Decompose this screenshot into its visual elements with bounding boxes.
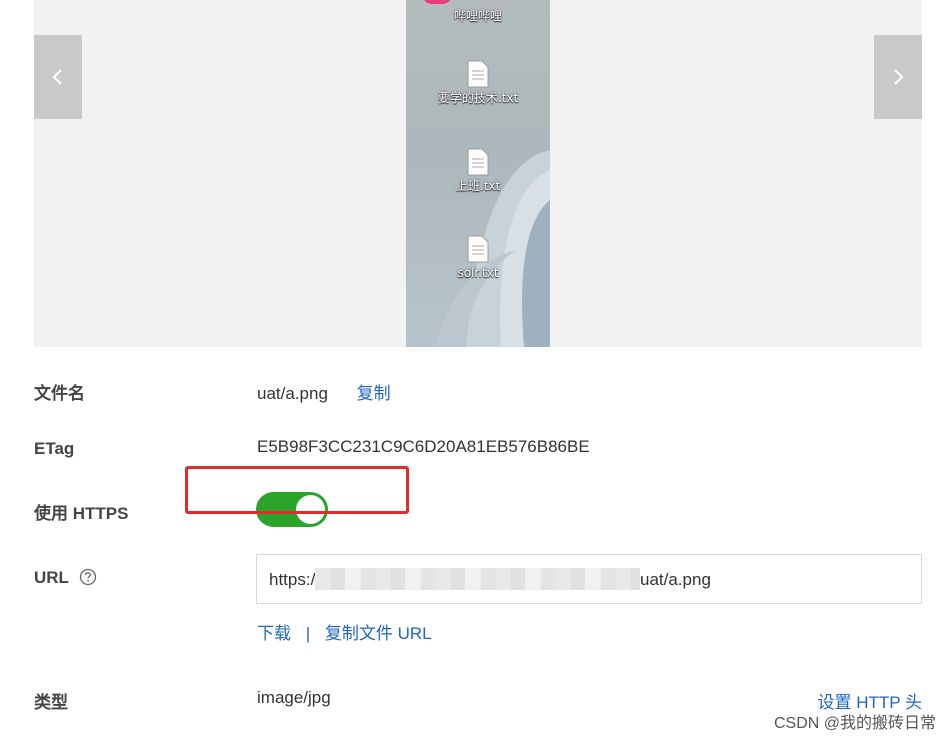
desktop-icon[interactable]: 上班.txt xyxy=(406,148,550,194)
url-actions: 下载 | 复制文件 URL xyxy=(257,619,432,644)
preview-image: 哔哩哔哩 要学的技术.txt 上班.txt solr.txt xyxy=(406,0,550,347)
download-link[interactable]: 下载 xyxy=(257,624,291,643)
help-circle-icon[interactable] xyxy=(79,568,97,586)
url-suffix: uat/a.png xyxy=(640,570,711,589)
type-value: image/jpg xyxy=(257,688,331,707)
previous-image-button[interactable] xyxy=(34,35,82,119)
copy-file-url-link[interactable]: 复制文件 URL xyxy=(325,624,432,643)
url-label: URL xyxy=(34,568,69,587)
link-separator: | xyxy=(305,624,311,643)
filename-label: 文件名 xyxy=(34,384,85,403)
watermark-text: CSDN @我的搬砖日常 xyxy=(773,715,936,732)
next-image-button[interactable] xyxy=(874,35,922,119)
url-prefix: https:/ xyxy=(269,570,316,589)
file-url-field[interactable]: https:/ uat/a.png xyxy=(256,554,922,604)
chevron-right-icon xyxy=(894,69,904,85)
text-file-icon xyxy=(467,148,489,176)
url-label-row: URL xyxy=(34,568,97,588)
desktop-icon[interactable]: solr.txt xyxy=(406,235,550,281)
desktop-icon[interactable]: 哔哩哔哩 xyxy=(406,8,550,24)
type-label: 类型 xyxy=(34,693,68,712)
etag-value: E5B98F3CC231C9C6D20A81EB576B86BE xyxy=(257,437,590,456)
text-file-icon xyxy=(467,60,489,88)
desktop-icon[interactable]: 要学的技术.txt xyxy=(406,60,550,106)
copy-filename-link[interactable]: 复制 xyxy=(357,384,391,403)
annotation-highlight-box xyxy=(185,466,409,514)
filename-text: uat/a.png xyxy=(257,384,328,403)
chevron-left-icon xyxy=(52,69,62,85)
redacted-url-segment xyxy=(315,568,640,590)
https-label: 使用 HTTPS xyxy=(34,504,129,523)
etag-label: ETag xyxy=(34,439,75,458)
image-preview: 哔哩哔哩 要学的技术.txt 上班.txt solr.txt xyxy=(34,0,922,347)
filename-value: uat/a.png 复制 xyxy=(257,379,391,404)
text-file-icon xyxy=(467,235,489,263)
